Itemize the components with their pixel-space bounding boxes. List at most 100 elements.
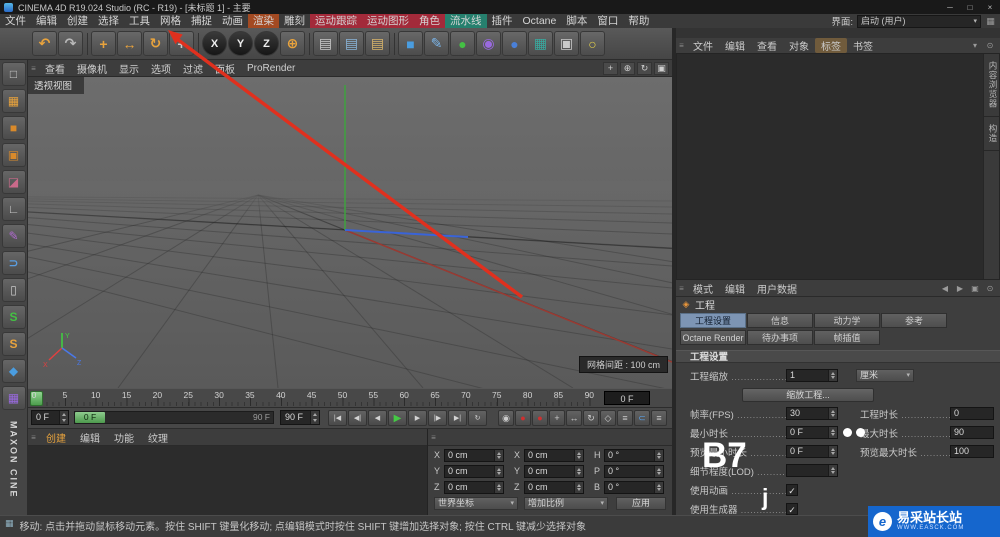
viewport-menu-item[interactable]: ProRender xyxy=(241,63,301,74)
side-tab[interactable]: 构造 xyxy=(984,117,999,151)
panel-handle-icon[interactable]: ≡ xyxy=(28,64,39,73)
go-to-end-button[interactable]: ▶| xyxy=(448,410,467,426)
attribute-menu-item[interactable]: 模式 xyxy=(687,281,719,296)
panel-handle-icon[interactable]: ≡ xyxy=(28,433,39,442)
render-view-icon[interactable]: ▤ xyxy=(313,31,338,56)
timeline-options-button[interactable]: ≡ xyxy=(651,410,667,426)
simulate-icon[interactable]: ◉ xyxy=(476,31,501,56)
texture-mode-icon[interactable]: ◪ xyxy=(1,170,26,194)
layout-grid-icon[interactable]: ▦ xyxy=(985,16,996,27)
layout-dropdown[interactable]: 启动 (用户) ▾ xyxy=(857,14,981,28)
attribute-input[interactable]: 0 F xyxy=(786,445,838,458)
menu-item[interactable]: 运动图形 xyxy=(362,14,414,28)
viewport-menu-item[interactable]: 面板 xyxy=(209,61,241,76)
redo-icon[interactable]: ↷ xyxy=(58,31,83,56)
spinner[interactable] xyxy=(654,449,663,461)
lock-icon[interactable]: ⊙ xyxy=(984,41,996,50)
object-menu-item[interactable]: 文件 xyxy=(687,38,719,53)
y-axis-lock-button[interactable]: Y xyxy=(228,31,253,56)
undo-icon[interactable]: ↶ xyxy=(32,31,57,56)
current-frame-input[interactable]: 0 F xyxy=(31,410,69,425)
panel-handle-icon[interactable]: ≡ xyxy=(676,284,687,293)
volume-icon[interactable]: ● xyxy=(502,31,527,56)
attribute-input[interactable]: 0 xyxy=(950,407,994,420)
object-menu-item[interactable]: 编辑 xyxy=(719,38,751,53)
coordinate-input[interactable]: 0 ° xyxy=(604,464,664,478)
workplane-lock-icon[interactable]: ◆ xyxy=(1,359,26,383)
record-parameter-button[interactable]: ◇ xyxy=(600,410,616,426)
view-label[interactable]: 透视视图 xyxy=(28,77,85,94)
menu-item[interactable]: 流水线 xyxy=(445,14,487,28)
coordinate-system-icon[interactable]: ⊕ xyxy=(280,31,305,56)
snap-mode-icon[interactable]: S xyxy=(1,332,26,356)
coordinate-input[interactable]: 0 cm xyxy=(524,448,584,462)
back-icon[interactable]: ◀ xyxy=(939,284,951,293)
panel-handle-icon[interactable]: ≡ xyxy=(428,433,439,442)
next-key-button[interactable]: |▶ xyxy=(428,410,447,426)
forward-icon[interactable]: ▶ xyxy=(954,284,966,293)
record-position-button[interactable]: + xyxy=(549,410,565,426)
menu-item[interactable]: 工具 xyxy=(124,14,155,28)
menu-item[interactable]: 角色 xyxy=(414,14,445,28)
coordinate-input[interactable]: 0 ° xyxy=(604,480,664,494)
apply-button[interactable]: 应用 xyxy=(616,497,666,510)
menu-item[interactable]: 编辑 xyxy=(31,14,62,28)
range-start-handle[interactable]: 0 F xyxy=(75,412,105,423)
spinner[interactable] xyxy=(494,465,503,477)
spinner[interactable] xyxy=(654,481,663,493)
viewport-menu-item[interactable]: 显示 xyxy=(113,61,145,76)
attribute-input[interactable]: 1 xyxy=(786,369,838,382)
object-menu-item[interactable]: 对象 xyxy=(783,38,815,53)
menu-item[interactable]: 运动跟踪 xyxy=(310,14,362,28)
object-menu-item[interactable]: 标签 xyxy=(815,38,847,53)
model-mode-icon[interactable]: ■ xyxy=(1,116,26,140)
record-objects-button[interactable]: ◉ xyxy=(498,410,514,426)
viewport-menu-item[interactable]: 摄像机 xyxy=(71,61,113,76)
coordinate-input[interactable]: 0 cm xyxy=(524,464,584,478)
menu-item[interactable]: 网格 xyxy=(155,14,186,28)
menu-item[interactable]: 捕捉 xyxy=(186,14,217,28)
viewport-menu-item[interactable]: 选项 xyxy=(145,61,177,76)
primitive-cube-icon[interactable]: ■ xyxy=(398,31,423,56)
scale-project-button[interactable]: 缩放工程... xyxy=(742,387,874,402)
record-scale-button[interactable]: ↔ xyxy=(566,410,582,426)
object-menu-item[interactable]: 书签 xyxy=(847,38,879,53)
mograph-icon[interactable]: ● xyxy=(450,31,475,56)
snap-enable-icon[interactable]: S xyxy=(1,305,26,329)
next-frame-button[interactable]: ▶ xyxy=(408,410,427,426)
zoom-view-icon[interactable]: ⊕ xyxy=(620,61,635,75)
menu-item[interactable]: 插件 xyxy=(487,14,518,28)
maximize-button[interactable]: □ xyxy=(960,3,980,12)
loop-button[interactable]: ↻ xyxy=(468,410,487,426)
attribute-tab[interactable]: 工程设置 xyxy=(680,313,746,328)
rotate-view-icon[interactable]: ↻ xyxy=(637,61,652,75)
attribute-tab[interactable]: Octane Render xyxy=(680,330,746,345)
attribute-tab[interactable]: 动力学 xyxy=(814,313,880,328)
menu-item[interactable]: 雕刻 xyxy=(279,14,310,28)
end-frame-input[interactable]: 90 F xyxy=(280,410,320,425)
material-menu-item[interactable]: 纹理 xyxy=(141,430,175,445)
attribute-input[interactable]: 0 F xyxy=(786,426,838,439)
spinner[interactable] xyxy=(494,449,503,461)
filter-icon[interactable]: ▾ xyxy=(969,41,981,50)
attribute-menu-item[interactable]: 用户数据 xyxy=(751,281,803,296)
coordinate-input[interactable]: 0 cm xyxy=(444,480,504,494)
coordinate-input[interactable]: 0 cm xyxy=(444,464,504,478)
menu-item[interactable]: 创建 xyxy=(62,14,93,28)
menu-item[interactable]: 脚本 xyxy=(561,14,592,28)
z-axis-lock-button[interactable]: Z xyxy=(254,31,279,56)
checkbox[interactable]: ✓ xyxy=(786,502,798,515)
spinner[interactable] xyxy=(574,449,583,461)
object-mode-icon[interactable]: ▣ xyxy=(1,143,26,167)
spinner[interactable] xyxy=(828,446,837,457)
scale-tool-icon[interactable]: ↔ xyxy=(117,31,142,56)
light-icon[interactable]: ○ xyxy=(580,31,605,56)
attribute-input[interactable]: 90 xyxy=(950,426,994,439)
move-tool-icon[interactable]: + xyxy=(91,31,116,56)
points-mode-icon[interactable]: ✎ xyxy=(1,224,26,248)
attribute-input[interactable]: 100 xyxy=(950,445,994,458)
record-pla-button[interactable]: ≡ xyxy=(617,410,633,426)
menu-item[interactable]: Octane xyxy=(518,14,562,28)
minimize-button[interactable]: ─ xyxy=(940,3,960,12)
spinner[interactable] xyxy=(59,411,68,424)
